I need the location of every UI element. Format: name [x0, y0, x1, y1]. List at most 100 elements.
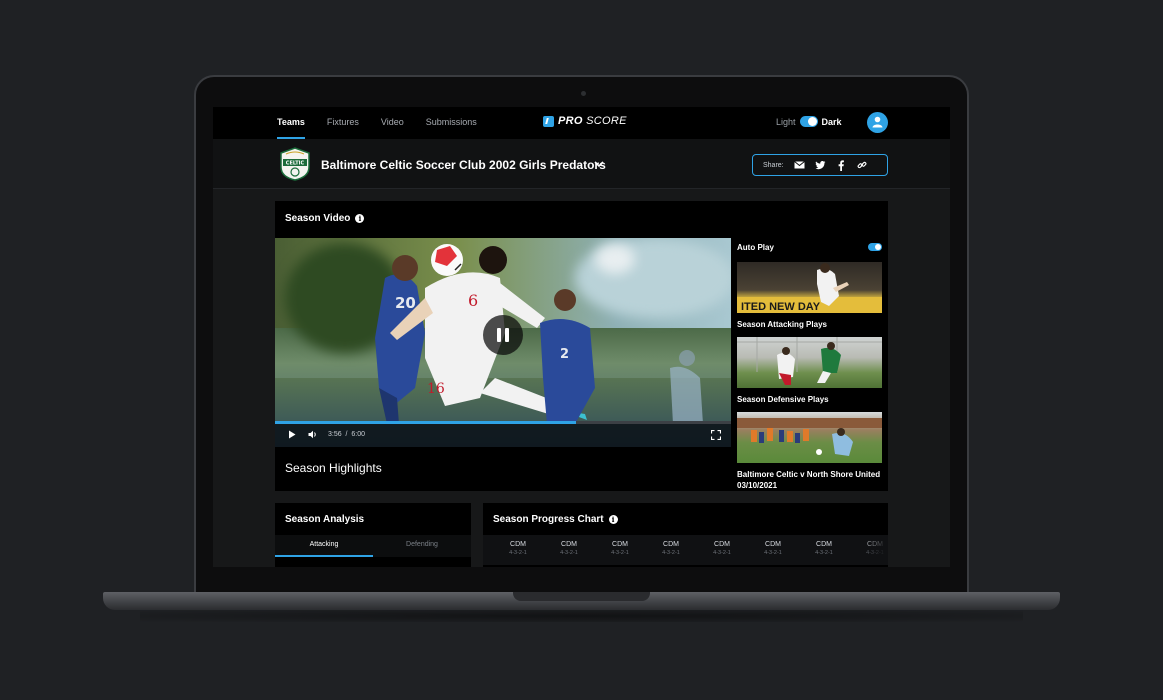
tab-attacking[interactable]: Attacking — [275, 535, 373, 557]
match-column: CDM 4-3-2-1 — [753, 541, 793, 556]
season-progress-title-text: Season Progress Chart — [493, 514, 604, 525]
brand-primary: PRO — [558, 115, 583, 127]
pause-button[interactable] — [483, 315, 523, 355]
laptop-base — [103, 592, 1060, 610]
theme-light-label: Light — [776, 116, 796, 127]
match-column: CDM 4-3-2-1 — [702, 541, 742, 556]
pause-icon-bar-left — [497, 328, 501, 342]
chevron-down-icon[interactable] — [593, 158, 605, 170]
share-label: Share: — [763, 161, 784, 169]
svg-text:20: 20 — [395, 294, 416, 312]
nav-tabs: Teams Fixtures Video Submissions — [277, 107, 499, 139]
webcam — [581, 91, 586, 96]
autoplay-label: Auto Play — [737, 243, 774, 252]
laptop-notch — [513, 592, 650, 601]
current-time: 3:56 — [328, 431, 342, 438]
nav-tab-submissions[interactable]: Submissions — [426, 107, 477, 139]
brand-mark-icon — [543, 115, 554, 127]
time-separator: / — [345, 431, 348, 438]
column-formation: 4-3-2-1 — [611, 550, 629, 556]
season-video-title: Season Video i — [285, 213, 365, 224]
team-header: CELTIC Baltimore Celtic Soccer Club 2002… — [213, 139, 950, 189]
video-playlist: Auto Play ITED NEW DAY Season Attacking … — [737, 238, 882, 491]
season-progress-card: Season Progress Chart i CDM 4-3-2-1 CDM … — [483, 503, 888, 567]
autoplay-toggle[interactable] — [868, 243, 882, 251]
theme-toggle: Light Dark — [776, 116, 842, 127]
playlist-item[interactable]: Baltimore Celtic v North Shore United 03… — [737, 412, 882, 491]
column-position: CDM — [612, 541, 628, 548]
playlist-item[interactable]: ITED NEW DAY Season Attacking Plays — [737, 262, 882, 330]
svg-text:6: 6 — [468, 291, 478, 310]
twitter-icon[interactable] — [814, 160, 826, 171]
link-icon[interactable] — [857, 160, 868, 171]
column-formation: 4-3-2-1 — [764, 550, 782, 556]
column-position: CDM — [510, 541, 526, 548]
video-controls: 3:56 / 6:00 — [275, 424, 731, 447]
svg-text:16: 16 — [427, 381, 445, 397]
column-position: CDM — [765, 541, 781, 548]
nav-tab-teams[interactable]: Teams — [277, 107, 305, 139]
fullscreen-icon[interactable] — [711, 430, 721, 440]
column-position: CDM — [816, 541, 832, 548]
theme-dark-label: Dark — [821, 116, 842, 127]
info-icon[interactable]: i — [355, 214, 365, 223]
column-formation: 4-3-2-1 — [815, 550, 833, 556]
video-time: 3:56 / 6:00 — [328, 431, 365, 438]
user-avatar[interactable] — [867, 112, 888, 133]
share-bar: Share: — [752, 154, 888, 176]
match-column: CDM 4-3-2-1 — [804, 541, 844, 556]
match-column: CDM 4-3-2-1 — [549, 541, 589, 556]
column-position: CDM — [663, 541, 679, 548]
playlist-thumbnail — [737, 412, 882, 463]
team-name[interactable]: Baltimore Celtic Soccer Club 2002 Girls … — [321, 158, 606, 172]
season-video-title-text: Season Video — [285, 213, 351, 224]
playlist-thumbnail — [737, 337, 882, 388]
crest-text: CELTIC — [286, 161, 305, 167]
info-icon[interactable]: i — [608, 515, 618, 524]
playlist-item-label: Season Attacking Plays — [737, 320, 827, 329]
column-formation: 4-3-2-1 — [713, 550, 731, 556]
column-formation: 4-3-2-1 — [509, 550, 527, 556]
column-position: CDM — [714, 541, 730, 548]
season-analysis-tabs: Attacking Defending — [275, 535, 471, 557]
column-position: CDM — [561, 541, 577, 548]
thumbnail-banner-text: ITED NEW DAY — [741, 301, 821, 313]
season-progress-columns[interactable]: CDM 4-3-2-1 CDM 4-3-2-1 CDM 4-3-2-1 CDM … — [483, 535, 888, 565]
svg-text:2: 2 — [560, 347, 569, 362]
season-analysis-title: Season Analysis — [285, 514, 365, 525]
playlist-thumbnail: ITED NEW DAY — [737, 262, 882, 313]
brand-wordmark: PRO SCORE — [558, 115, 627, 127]
pause-icon-bar-right — [505, 328, 509, 342]
facebook-icon[interactable] — [836, 159, 847, 171]
brand-secondary: SCORE — [586, 115, 627, 127]
nav-tab-fixtures[interactable]: Fixtures — [327, 107, 359, 139]
playlist-item-label: Baltimore Celtic v North Shore United 03… — [737, 470, 881, 490]
column-formation: 4-3-2-1 — [560, 550, 578, 556]
season-video-card: Season Video i 20 6 16 2 3:56 / 6:00 Sea… — [275, 201, 888, 491]
play-icon[interactable] — [288, 430, 296, 439]
video-caption: Season Highlights — [285, 461, 382, 475]
theme-switch[interactable] — [799, 116, 818, 127]
top-nav: Teams Fixtures Video Submissions PRO SCO… — [213, 107, 950, 139]
volume-icon[interactable] — [308, 430, 318, 439]
playlist-item-label: Season Defensive Plays — [737, 395, 829, 404]
tab-defending[interactable]: Defending — [373, 535, 471, 557]
match-column: CDM 4-3-2-1 — [600, 541, 640, 556]
match-column: CDM 4-3-2-1 — [651, 541, 691, 556]
video-duration: 6:00 — [351, 431, 365, 438]
column-formation: 4-3-2-1 — [662, 550, 680, 556]
team-crest: CELTIC — [280, 147, 310, 181]
laptop-shadow — [140, 610, 1023, 622]
user-icon — [872, 116, 883, 128]
laptop-lid: Teams Fixtures Video Submissions PRO SCO… — [194, 75, 969, 595]
season-analysis-card: Season Analysis Attacking Defending — [275, 503, 471, 567]
match-column: CDM 4-3-2-1 — [498, 541, 538, 556]
nav-tab-video[interactable]: Video — [381, 107, 404, 139]
laptop-screen: Teams Fixtures Video Submissions PRO SCO… — [213, 107, 950, 567]
brand-logo[interactable]: PRO SCORE — [543, 115, 627, 127]
video-player[interactable]: 20 6 16 2 3:56 / 6:00 — [275, 238, 731, 447]
mail-icon[interactable] — [793, 160, 805, 171]
columns-scroll-fade — [858, 535, 888, 565]
playlist-item[interactable]: Season Defensive Plays — [737, 337, 882, 405]
season-progress-title: Season Progress Chart i — [493, 514, 618, 525]
